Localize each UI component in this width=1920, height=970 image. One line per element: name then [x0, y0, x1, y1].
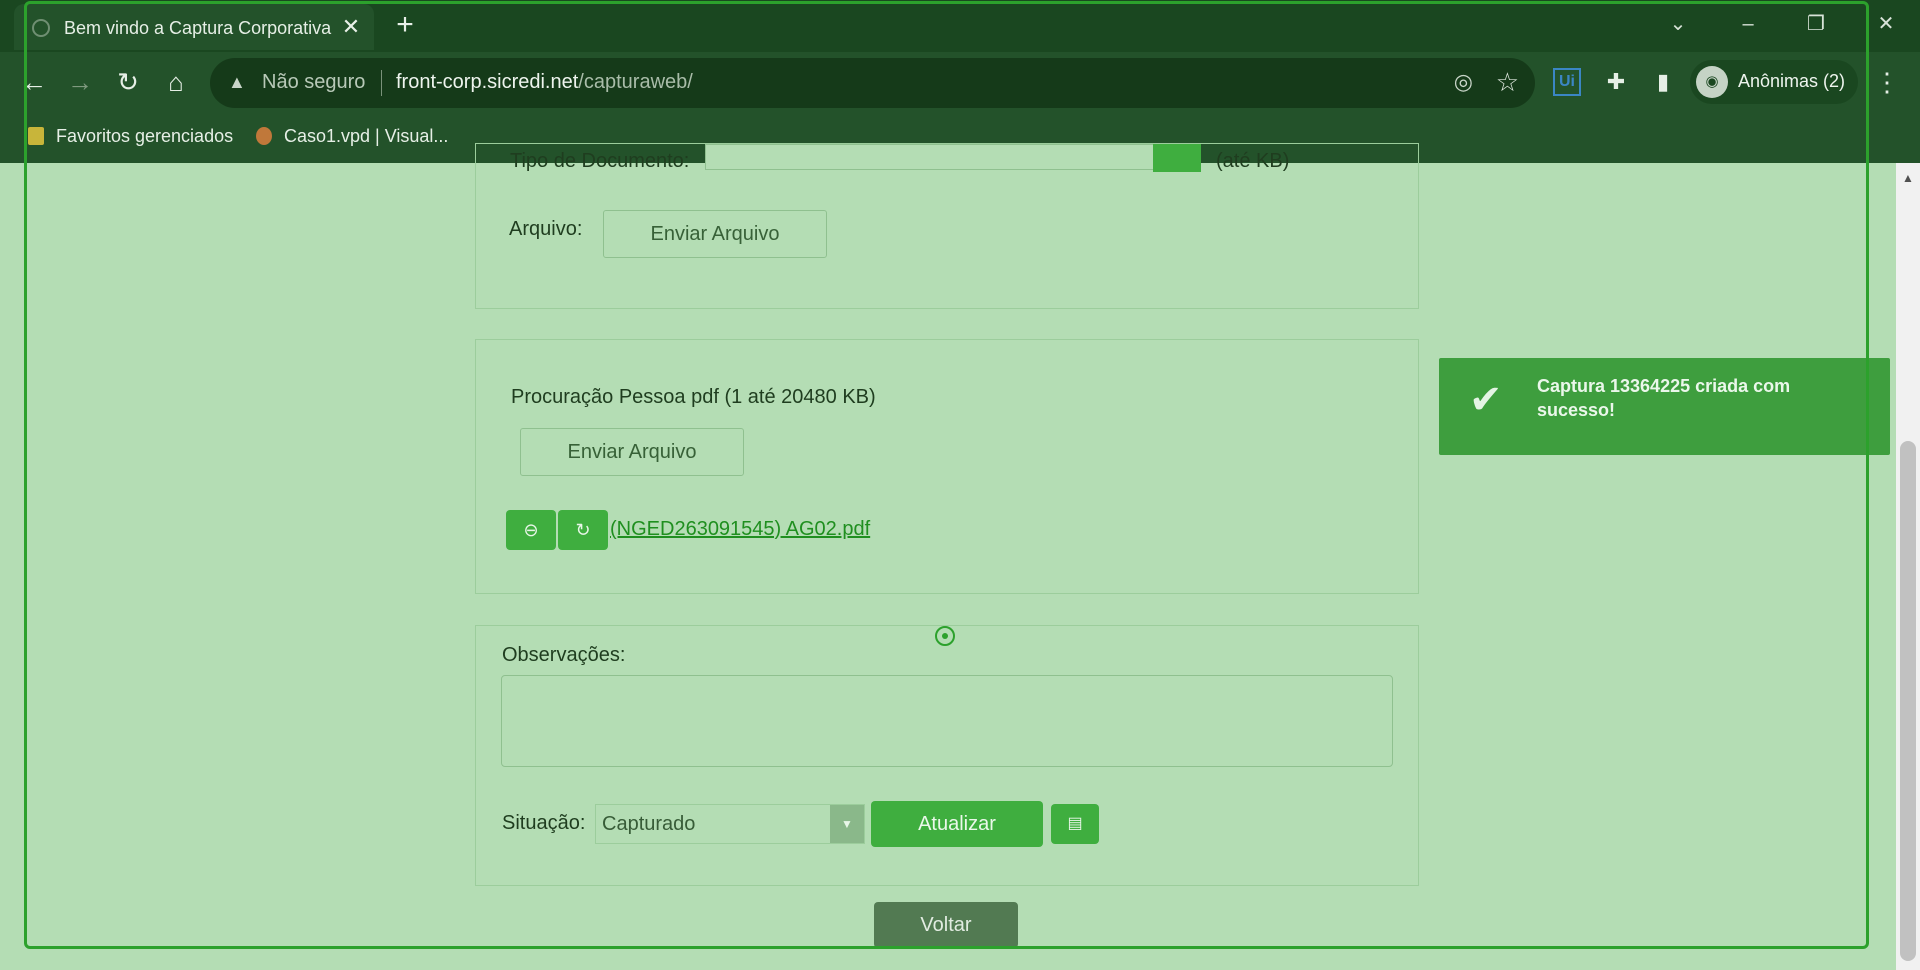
security-label[interactable]: Não seguro [262, 71, 365, 94]
send-file-button[interactable]: Enviar Arquivo [603, 210, 827, 258]
replace-file-button[interactable]: ↻ [558, 510, 608, 550]
kebab-menu-icon[interactable]: ⋮ [1874, 64, 1900, 100]
scrollbar-thumb[interactable] [1900, 441, 1916, 961]
uipath-extension-icon[interactable]: Ui [1553, 68, 1581, 96]
browser-chrome: Bem vindo a Captura Corporativa ✕ + ⌄ – … [0, 0, 1920, 163]
situacao-select[interactable]: Capturado ▼ [595, 804, 865, 844]
home-icon[interactable]: ⌂ [158, 64, 194, 100]
page-content: Tipo de Documento: (até KB) Arquivo: Env… [0, 143, 1896, 970]
tab-search-icon[interactable]: ⌄ [1654, 6, 1702, 42]
browser-toolbar: ← → ↻ ⌂ ▲ Não seguro front-corp.sicredi.… [0, 52, 1920, 112]
refresh-icon: ↻ [575, 520, 591, 540]
doc-type-dropdown-button[interactable] [1153, 144, 1201, 172]
scroll-up-icon[interactable]: ▲ [1902, 171, 1914, 185]
bookmark-caso1[interactable]: Caso1.vpd | Visual... [256, 126, 448, 147]
puzzle-extensions-icon[interactable]: ✚ [1598, 64, 1634, 100]
forward-arrow-icon[interactable]: → [62, 64, 98, 100]
dropdown-arrow-icon[interactable]: ▼ [830, 805, 864, 843]
visual-paradigm-icon [256, 127, 272, 145]
observacoes-textarea[interactable] [501, 675, 1393, 767]
url-host: front-corp.sicredi.net [396, 71, 579, 93]
minimize-icon[interactable]: – [1724, 6, 1772, 42]
incognito-icon: ◉ [1696, 66, 1728, 98]
comment-button[interactable]: ▤ [1051, 804, 1099, 844]
doc-type-hint: (até KB) [1216, 150, 1290, 172]
tab-strip: Bem vindo a Captura Corporativa ✕ + ⌄ – … [0, 0, 1920, 50]
new-tab-icon[interactable]: + [390, 10, 420, 40]
tab-close-icon[interactable]: ✕ [338, 14, 364, 40]
vertical-scrollbar[interactable]: ▲ [1896, 163, 1920, 970]
document-type-panel: Tipo de Documento: (até KB) Arquivo: Env… [475, 143, 1419, 309]
globe-icon [32, 19, 50, 37]
success-toast: ✔ Captura 13364225 criada com sucesso! [1439, 358, 1890, 455]
window-close-icon[interactable]: ✕ [1862, 6, 1910, 42]
incognito-profile-button[interactable]: ◉ Anônimas (2) [1690, 60, 1858, 104]
eye-off-icon[interactable]: ◎ [1454, 69, 1473, 95]
doc-type-select[interactable] [705, 144, 1155, 170]
remove-file-button[interactable]: ⊖ [506, 510, 556, 550]
folder-icon [28, 127, 44, 145]
browser-tab[interactable]: Bem vindo a Captura Corporativa ✕ [14, 4, 374, 50]
bookmark-managed-favorites[interactable]: Favoritos gerenciados [28, 126, 233, 147]
file-label: Arquivo: [509, 218, 583, 240]
observacoes-panel: Observações: Situação: Capturado ▼ Atual… [475, 625, 1419, 886]
bookmark-label: Caso1.vpd | Visual... [284, 126, 449, 146]
situacao-label: Situação: [502, 812, 586, 834]
divider [381, 70, 382, 96]
procuracao-title: Procuração Pessoa pdf (1 até 20480 KB) [511, 386, 876, 408]
checkmark-icon: ✔ [1469, 378, 1503, 422]
procuracao-panel: Procuração Pessoa pdf (1 até 20480 KB) E… [475, 339, 1419, 594]
update-button[interactable]: Atualizar [871, 801, 1043, 847]
profile-label: Anônimas (2) [1738, 71, 1846, 91]
observacoes-label: Observações: [502, 644, 626, 666]
tab-title: Bem vindo a Captura Corporativa [64, 18, 332, 38]
address-bar[interactable]: ▲ Não seguro front-corp.sicredi.net/capt… [210, 58, 1535, 108]
procuracao-send-file-button[interactable]: Enviar Arquivo [520, 428, 744, 476]
bookmark-label: Favoritos gerenciados [56, 126, 234, 146]
side-panel-icon[interactable]: ▮ [1645, 64, 1681, 100]
url-text[interactable]: front-corp.sicredi.net/capturaweb/ [396, 71, 693, 94]
situacao-value: Capturado [602, 813, 696, 835]
back-button[interactable]: Voltar [874, 902, 1018, 948]
toast-message: Captura 13364225 criada com sucesso! [1537, 376, 1791, 420]
restore-icon[interactable]: ❐ [1792, 6, 1840, 42]
minus-circle-icon: ⊖ [523, 520, 539, 540]
bookmark-star-icon[interactable]: ☆ [1496, 67, 1519, 98]
back-arrow-icon[interactable]: ← [16, 64, 52, 100]
url-path: /capturaweb/ [578, 71, 693, 93]
attached-file-link[interactable]: (NGED263091545) AG02.pdf [610, 518, 870, 541]
warning-icon: ▲ [228, 72, 246, 92]
doc-type-label: Tipo de Documento: [510, 150, 690, 172]
reload-icon[interactable]: ↻ [110, 64, 146, 100]
comment-icon: ▤ [1067, 815, 1083, 832]
crosshair-icon [935, 626, 955, 646]
